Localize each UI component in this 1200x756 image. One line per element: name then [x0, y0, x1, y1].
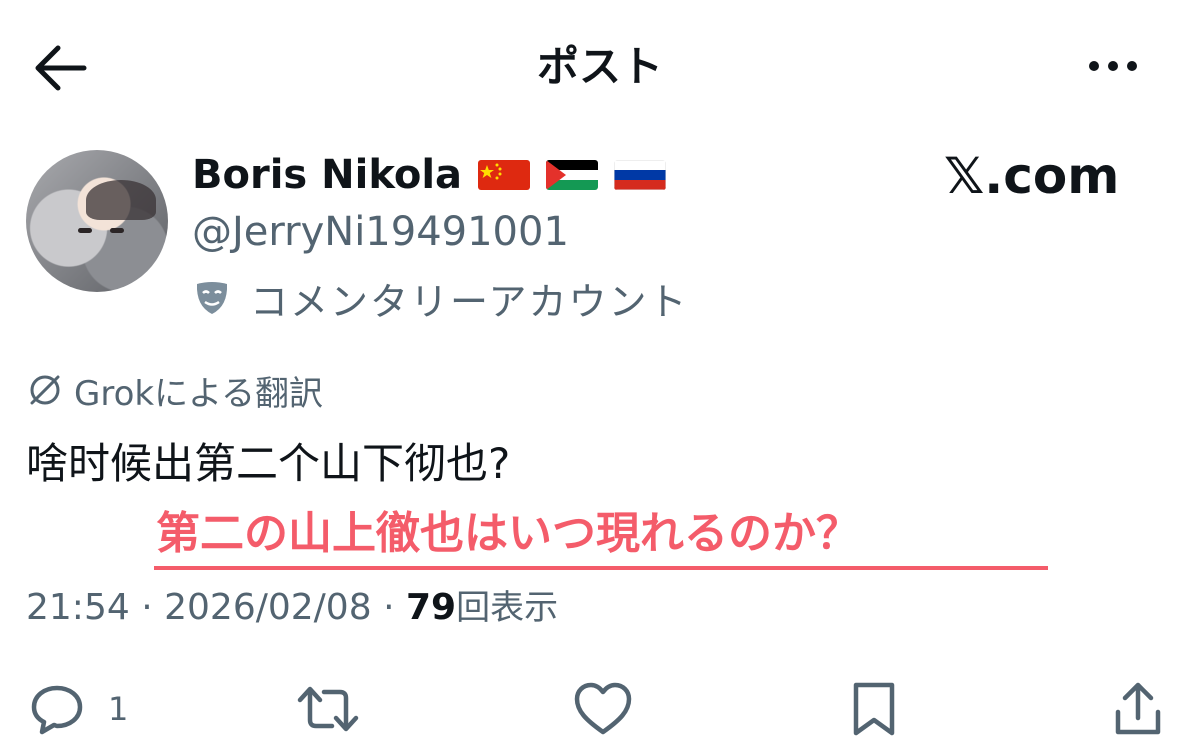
view-count: 79: [405, 587, 457, 628]
china-flag-icon: [478, 160, 530, 190]
more-icon: [1089, 61, 1137, 71]
display-name[interactable]: Boris Nikola: [192, 150, 462, 200]
commentary-account-label: コメンタリーアカウント: [192, 270, 688, 326]
repost-button[interactable]: [296, 680, 360, 738]
reply-button[interactable]: 1: [28, 680, 128, 738]
like-button[interactable]: [572, 680, 634, 738]
like-icon: [574, 682, 632, 735]
repost-icon: [297, 686, 359, 732]
post-date[interactable]: 2026/02/08: [164, 587, 372, 628]
separator: ·: [383, 587, 395, 628]
reply-count: 1: [108, 690, 129, 728]
avatar[interactable]: [26, 150, 168, 292]
palestine-flag-icon: [546, 160, 598, 190]
translated-by-text: Grokによる翻訳: [74, 373, 324, 414]
grok-icon: [30, 375, 60, 405]
commentary-label: コメンタリーアカウント: [250, 279, 689, 324]
mask-icon: [196, 282, 228, 314]
share-icon: [1115, 682, 1161, 735]
page-title: ポスト: [536, 42, 663, 91]
x-com-watermark: 𝕏.com: [944, 147, 1120, 205]
share-button[interactable]: [1112, 680, 1164, 738]
user-handle[interactable]: @JerryNi19491001: [192, 206, 569, 258]
post-time[interactable]: 21:54: [26, 587, 130, 628]
bookmark-button[interactable]: [850, 680, 898, 738]
view-count-label: 回表示: [456, 588, 559, 628]
post-text: 啥时候出第二个山下彻也?: [26, 439, 511, 488]
grok-translation-label[interactable]: Grokによる翻訳: [26, 366, 323, 414]
flag-emojis: [478, 160, 666, 190]
russia-flag-icon: [614, 160, 666, 190]
bookmark-icon: [853, 682, 895, 736]
translation-overlay-text: 第二の山上徹也はいつ現れるのか？: [156, 508, 860, 559]
post-metadata: 21:54 · 2026/02/08 · 79回表示: [26, 584, 558, 632]
separator: ·: [141, 587, 153, 628]
reply-icon: [31, 685, 83, 735]
more-button[interactable]: [1080, 44, 1160, 88]
translation-underline: [154, 566, 1048, 570]
